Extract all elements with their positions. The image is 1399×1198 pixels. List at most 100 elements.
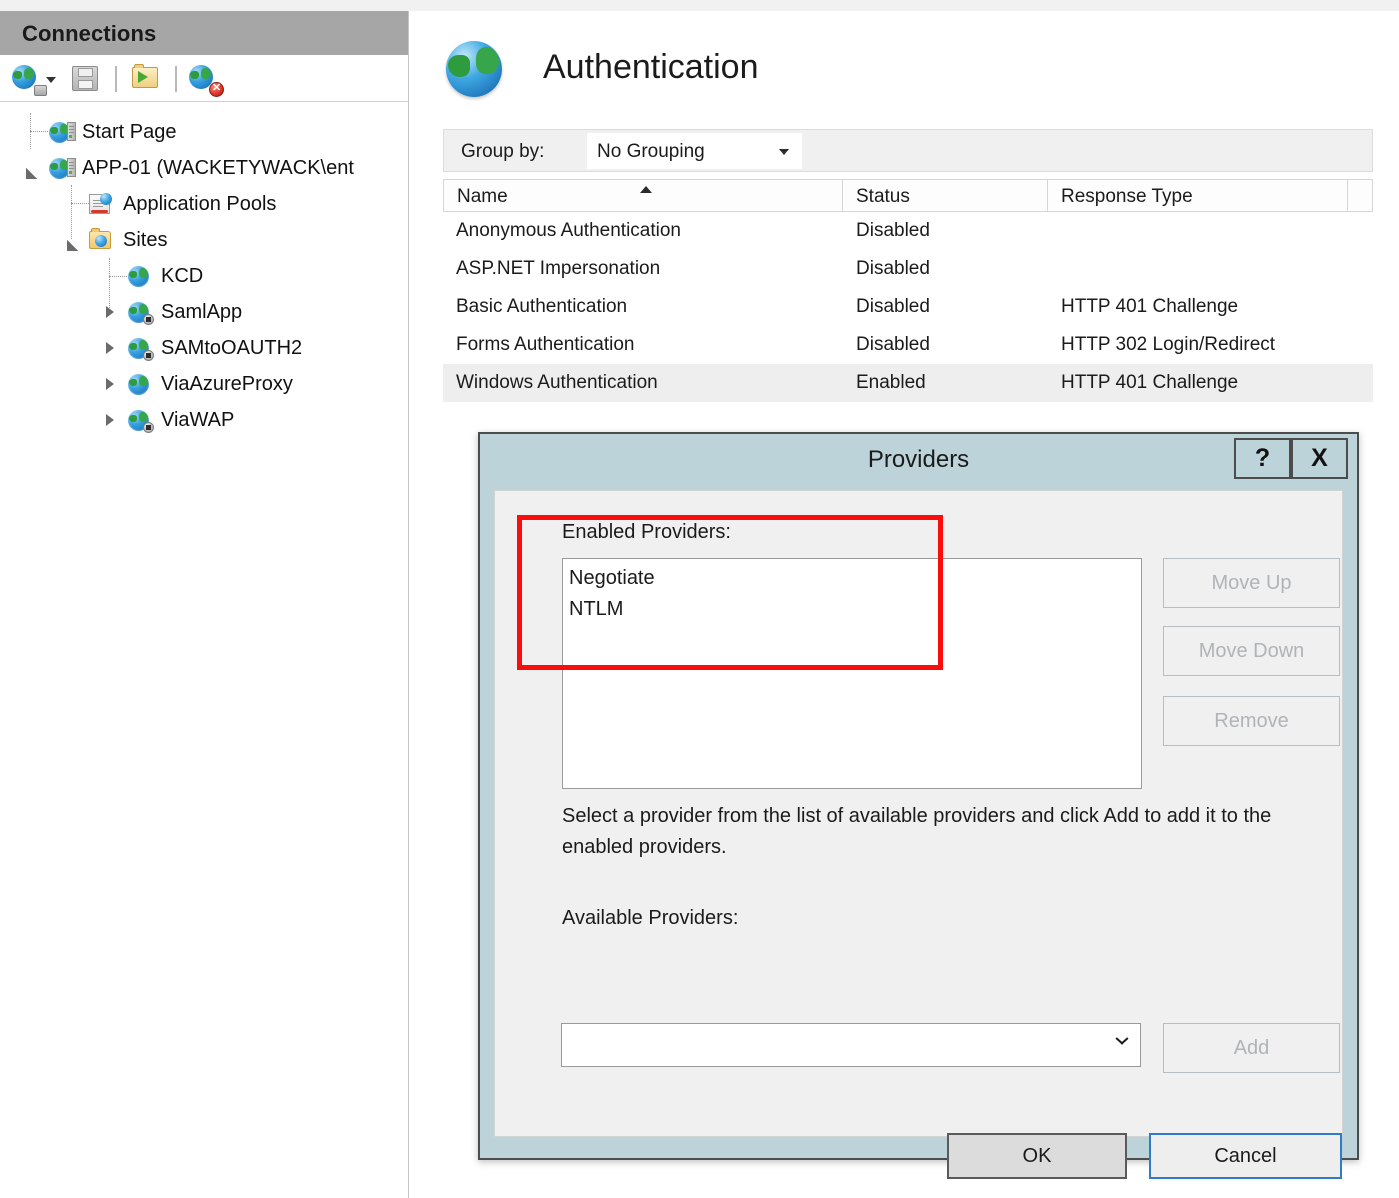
tree-guide: [109, 276, 127, 278]
authentication-table: Name Status Response Type Anonymous Auth…: [443, 179, 1373, 402]
available-providers-select[interactable]: [561, 1023, 1141, 1067]
server-icon: [48, 156, 76, 180]
chevron-down-icon: [1115, 1038, 1128, 1051]
connections-header: Connections: [0, 11, 408, 55]
tree-item-viaazureproxy[interactable]: ViaAzureProxy: [127, 369, 293, 399]
chevron-down-icon[interactable]: [46, 77, 56, 83]
group-by-label: Group by:: [461, 141, 545, 162]
group-by-bar: Group by: No Grouping: [443, 129, 1373, 172]
tree-item-sites[interactable]: Sites: [89, 225, 167, 255]
table-row[interactable]: Windows Authentication Enabled HTTP 401 …: [443, 364, 1373, 402]
window-top-strip: [0, 0, 1399, 11]
remove-button[interactable]: Remove: [1163, 696, 1340, 746]
cell-response-type: HTTP 401 Challenge: [1061, 296, 1239, 317]
providers-dialog: Providers ? X Enabled Providers: Negotia…: [478, 432, 1359, 1179]
tree-item-app-01[interactable]: APP-01 (WACKETYWACK\ent: [48, 153, 354, 183]
tree-item-label: Start Page: [82, 120, 177, 143]
connections-title: Connections: [22, 21, 157, 46]
connections-toolbar: [0, 55, 408, 102]
table-header-row: Name Status Response Type: [443, 179, 1373, 212]
application-pools-icon: [89, 192, 115, 216]
connect-to-server-icon[interactable]: [12, 63, 47, 96]
iis-manager-window: Connections ✕ Start Page APP-01 (WACKETY…: [0, 0, 1399, 1198]
group-by-value: No Grouping: [597, 141, 705, 162]
enabled-providers-listbox[interactable]: Negotiate NTLM: [562, 558, 1142, 789]
dialog-title: Providers: [867, 446, 970, 473]
site-icon: [127, 372, 153, 396]
help-button[interactable]: ?: [1234, 438, 1291, 479]
tree-item-start-page[interactable]: Start Page: [48, 117, 177, 147]
tree-item-kcd[interactable]: KCD: [95, 261, 211, 291]
column-header-filler: [1348, 179, 1373, 212]
tree-item-label: KCD: [161, 264, 204, 287]
add-button[interactable]: Add: [1163, 1023, 1340, 1073]
toolbar-separator: [175, 66, 177, 92]
tree-item-label: ViaAzureProxy: [161, 372, 293, 395]
site-icon: [127, 264, 153, 288]
tree-item-label: Application Pools: [123, 192, 277, 215]
tree-item-samtooauth2[interactable]: SAMtoOAUTH2: [127, 333, 302, 363]
authentication-globe-icon: [446, 41, 502, 97]
tree-item-application-pools[interactable]: Application Pools: [89, 189, 276, 219]
table-row[interactable]: ASP.NET Impersonation Disabled: [443, 250, 1373, 288]
move-down-button[interactable]: Move Down: [1163, 626, 1340, 676]
tree-guide: [71, 203, 73, 239]
list-item[interactable]: Negotiate: [569, 567, 655, 590]
dialog-description: Select a provider from the list of avail…: [562, 805, 1272, 858]
connections-pane: Connections ✕ Start Page APP-01 (WACKETY…: [0, 11, 409, 1198]
column-header-label: Name: [457, 186, 508, 207]
sort-ascending-icon: [640, 186, 652, 193]
chevron-down-icon: [779, 149, 789, 155]
disconnect-icon[interactable]: [189, 63, 224, 97]
list-item[interactable]: NTLM: [569, 598, 623, 621]
cell-status: Disabled: [856, 258, 930, 279]
dialog-titlebar: Providers ? X: [480, 434, 1357, 486]
cell-response-type: HTTP 401 Challenge: [1061, 372, 1239, 393]
save-connections-icon[interactable]: [70, 63, 102, 95]
tree-item-viawap[interactable]: ViaWAP: [127, 405, 234, 435]
tree-expander-viaazureproxy[interactable]: [106, 378, 114, 390]
available-providers-label: Available Providers:: [562, 907, 739, 929]
tree-expander-sites[interactable]: [67, 240, 78, 251]
site-stopped-icon: [127, 336, 154, 361]
enabled-providers-label: Enabled Providers:: [562, 521, 731, 543]
group-by-select[interactable]: No Grouping: [587, 133, 802, 169]
table-row[interactable]: Forms Authentication Disabled HTTP 302 L…: [443, 326, 1373, 364]
close-button[interactable]: X: [1291, 438, 1348, 479]
tree-item-label: SAMtoOAUTH2: [161, 336, 303, 359]
column-header-status[interactable]: Status: [843, 179, 1048, 212]
tree-expander-samlapp[interactable]: [106, 306, 114, 318]
cell-response-type: HTTP 302 Login/Redirect: [1061, 334, 1276, 355]
cell-name: Anonymous Authentication: [456, 220, 681, 241]
cell-status: Disabled: [856, 296, 930, 317]
move-up-button[interactable]: Move Up: [1163, 558, 1340, 608]
tree-item-label: ViaWAP: [161, 408, 235, 431]
tree-expander-app-01[interactable]: [26, 168, 37, 179]
table-row[interactable]: Basic Authentication Disabled HTTP 401 C…: [443, 288, 1373, 326]
column-header-label: Status: [856, 186, 910, 207]
tree-guide: [71, 203, 89, 205]
tree-item-label: APP-01 (WACKETYWACK\ent: [82, 156, 354, 179]
ok-button[interactable]: OK: [947, 1133, 1127, 1179]
cell-name: ASP.NET Impersonation: [456, 258, 661, 279]
toolbar-separator: [115, 66, 117, 92]
connections-tree: Start Page APP-01 (WACKETYWACK\ent Appli…: [0, 103, 408, 1198]
start-page-icon: [48, 120, 76, 144]
cell-name: Forms Authentication: [456, 334, 635, 355]
cancel-button[interactable]: Cancel: [1149, 1133, 1342, 1179]
tree-expander-samtooauth2[interactable]: [106, 342, 114, 354]
cell-status: Disabled: [856, 334, 930, 355]
cell-name: Basic Authentication: [456, 296, 628, 317]
site-stopped-icon: [127, 300, 154, 325]
connect-to-site-icon[interactable]: [131, 63, 163, 95]
site-stopped-icon: [127, 408, 154, 433]
column-header-name[interactable]: Name: [443, 179, 843, 212]
column-header-response-type[interactable]: Response Type: [1048, 179, 1348, 212]
sites-folder-icon: [89, 228, 115, 252]
tree-expander-viawap[interactable]: [106, 414, 114, 426]
cell-status: Enabled: [856, 372, 926, 393]
cell-status: Disabled: [856, 220, 930, 241]
table-row[interactable]: Anonymous Authentication Disabled: [443, 212, 1373, 250]
page-title: Authentication: [543, 48, 759, 86]
tree-item-samlapp[interactable]: SamlApp: [127, 297, 242, 327]
